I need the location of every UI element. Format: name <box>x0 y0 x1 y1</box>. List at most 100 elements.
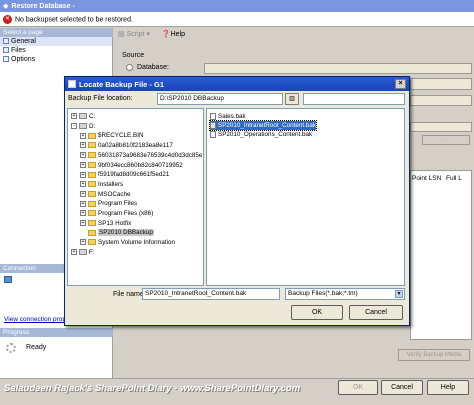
tree-item-label: SP2010 DBBackup <box>98 229 154 237</box>
tree-item-label: C: <box>89 113 96 120</box>
page-icon <box>3 38 9 45</box>
page-files[interactable]: Files <box>0 46 112 55</box>
dialog-ok-button[interactable]: OK <box>291 305 343 320</box>
collapse-icon[interactable]: - <box>71 123 77 130</box>
folder-icon <box>88 161 96 168</box>
timeline-button[interactable]: ··· <box>422 135 470 145</box>
outer-help-button[interactable]: Help <box>427 380 469 395</box>
expand-icon[interactable]: + <box>80 181 86 188</box>
expand-icon[interactable]: + <box>80 142 86 149</box>
tree-item[interactable]: + f5919fad8d09c661f5ed21 <box>80 170 169 179</box>
help-toolbar-button[interactable]: ❓Help <box>162 31 185 38</box>
location-input[interactable]: D:\SP2010 DBBackup <box>157 93 283 105</box>
page-options[interactable]: Options <box>0 55 112 64</box>
tree-item[interactable]: + $RECYCLE.BIN <box>80 131 144 140</box>
tree-item[interactable]: + F: <box>71 248 95 257</box>
restore-to-input[interactable] <box>410 122 472 132</box>
progress-status: Ready <box>26 344 47 351</box>
tree-item[interactable]: + C: <box>71 112 95 121</box>
expand-icon[interactable]: + <box>80 200 86 207</box>
expand-icon[interactable]: + <box>80 220 86 227</box>
tree-item[interactable]: - D: <box>71 122 95 131</box>
view-connection-link[interactable]: View connection prop <box>4 316 66 323</box>
tree-item[interactable]: + Installers <box>80 180 123 189</box>
tree-item-label: 56031873a9683e76539c4d0d3dc85e <box>98 151 203 159</box>
expand-icon[interactable]: + <box>80 210 86 217</box>
expand-icon[interactable]: + <box>80 190 86 197</box>
file-item[interactable]: Sales.bak <box>210 112 246 121</box>
folder-icon <box>88 239 96 246</box>
help-label: Help <box>170 31 186 38</box>
file-type-value: Backup Files(*.bak;*.tm) <box>288 290 358 297</box>
file-list[interactable]: Sales.bak SP2010_IntranetRoot_Content.bak… <box>206 108 405 286</box>
dialog-title-bar: Locate Backup File - G1 <box>65 77 409 91</box>
tree-item-label: 0a02a8b810f2183ea8e117 <box>98 142 173 150</box>
file-icon <box>210 130 216 138</box>
dialog-close-icon[interactable]: × <box>395 79 406 89</box>
dialog-app-icon <box>68 80 76 88</box>
location-secondary-input[interactable] <box>303 93 405 105</box>
locate-backup-file-dialog: Locate Backup File - G1 × Backup File lo… <box>64 76 410 326</box>
progress-header: Progress <box>0 328 113 337</box>
tree-item-label: $RECYCLE.BIN <box>98 132 144 140</box>
file-name-label: File name: <box>113 291 146 298</box>
script-button[interactable]: ▤ Script ▾ <box>118 31 150 38</box>
dialog-cancel-button[interactable]: Cancel <box>349 305 403 320</box>
folder-tree[interactable]: + C: - D: + $RECYCLE.BIN +0a02a8b810f2183ea8e1… <box>67 108 204 286</box>
location-label: Backup File location: <box>68 95 133 102</box>
system-menu-icon[interactable]: ◆ <box>3 3 8 10</box>
device-input[interactable] <box>410 78 472 90</box>
file-type-dropdown[interactable]: Backup Files(*.bak;*.tm) ▼ <box>285 288 405 300</box>
expand-icon[interactable]: + <box>80 239 86 246</box>
expand-icon[interactable]: + <box>80 161 86 168</box>
drive-icon <box>79 123 87 130</box>
expand-icon[interactable]: + <box>80 132 86 139</box>
tree-item-label: SP13 Hotfix <box>98 219 132 227</box>
tree-item[interactable]: + MSOCache <box>80 190 131 199</box>
tree-item[interactable]: +9bf034ecc860b82c840719952 <box>80 161 183 170</box>
file-item[interactable]: SP2010_IntranetRoot_Content.bak <box>208 120 318 131</box>
restore-window-title: ◆ Restore Database - <box>0 0 474 12</box>
verify-backup-media-button[interactable]: Verify Backup Media <box>398 349 470 361</box>
page-general[interactable]: General <box>0 37 112 46</box>
file-item[interactable]: SP2010_Operations_Content.bak <box>210 130 312 139</box>
tree-item[interactable]: SP2010 DBBackup <box>80 228 154 237</box>
tree-item[interactable]: + Program Files (x86) <box>80 209 153 218</box>
page-general-label: General <box>11 38 36 45</box>
backup-sets-grid[interactable] <box>410 170 472 340</box>
tree-item-label: Program Files <box>98 200 138 208</box>
database-label: Database: <box>137 64 169 71</box>
tree-item[interactable]: +0a02a8b810f2183ea8e117 <box>80 141 173 150</box>
error-icon: × <box>3 15 12 24</box>
tree-item-label: F: <box>89 248 95 256</box>
tree-item[interactable]: + System Volume Information <box>80 238 175 247</box>
destination-dropdown[interactable] <box>410 95 472 106</box>
script-label: Script <box>126 31 145 38</box>
error-text: No backupset selected to be restored. <box>15 16 133 24</box>
help-icon: ❓ <box>161 31 171 38</box>
page-options-label: Options <box>11 56 36 63</box>
database-dropdown[interactable] <box>204 63 472 74</box>
page-icon <box>3 47 9 54</box>
folder-icon <box>88 190 96 197</box>
folder-icon <box>88 171 96 178</box>
expand-icon[interactable]: + <box>71 249 77 256</box>
expand-icon[interactable]: + <box>80 171 86 178</box>
browse-folder-icon[interactable]: ▥ <box>285 93 299 105</box>
tree-item-label: f5919fad8d09c661f5ed21 <box>98 171 170 179</box>
expand-icon[interactable]: + <box>80 152 86 159</box>
folder-icon <box>88 181 96 188</box>
tree-item[interactable]: +56031873a9683e76539c4d0d3dc85e <box>80 151 202 160</box>
page-files-label: Files <box>11 47 26 54</box>
file-item-label: SP2010_Operations_Content.bak <box>218 131 313 138</box>
outer-cancel-button[interactable]: Cancel <box>381 380 423 395</box>
tree-item-label: 9bf034ecc860b82c840719952 <box>98 161 183 169</box>
col-full-lsn: Full L <box>446 175 462 182</box>
file-name-input[interactable]: SP2010_IntranetRoot_Content.bak <box>142 288 280 300</box>
expand-icon[interactable]: + <box>71 113 77 120</box>
drive-icon <box>79 113 87 120</box>
database-radio[interactable] <box>126 64 133 71</box>
outer-ok-button[interactable]: OK <box>338 380 378 395</box>
tree-item[interactable]: + SP13 Hotfix <box>80 219 131 228</box>
tree-item[interactable]: + Program Files <box>80 199 137 208</box>
